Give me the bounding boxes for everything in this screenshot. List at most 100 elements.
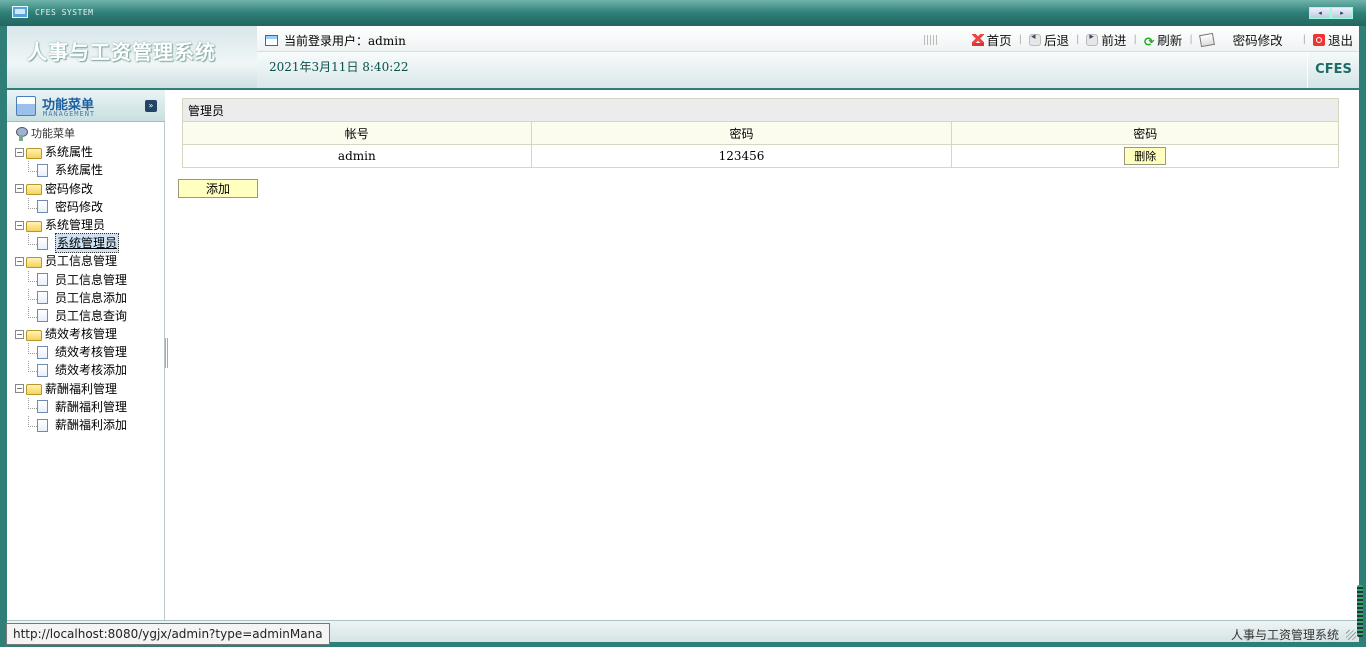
tree-leaf[interactable]: 绩效考核添加 <box>15 361 127 379</box>
folder-icon <box>26 147 42 159</box>
app-window: CFES SYSTEM ◂ ▸ 人事与工资管理系统 当前登录用户：admin 首… <box>0 0 1366 647</box>
sidebar-splitter[interactable] <box>165 338 168 368</box>
brand-panel: 人事与工资管理系统 <box>7 26 257 88</box>
status-system-name: 人事与工资管理系统 <box>1230 628 1339 642</box>
divider: | <box>1076 34 1080 45</box>
username: admin <box>368 34 406 48</box>
menu-icon <box>16 96 36 116</box>
collapse-toggle-icon[interactable] <box>15 220 24 230</box>
date-bar: 2021年3月11日 8:40:22 <box>257 52 1307 88</box>
tree-leaf[interactable]: 密码修改 <box>15 197 127 216</box>
back-link[interactable]: 后退 <box>1029 30 1069 49</box>
tree-folder[interactable]: 薪酬福利管理 <box>15 380 127 398</box>
window-title: CFES SYSTEM <box>35 8 94 17</box>
page-icon <box>37 273 48 287</box>
divider: | <box>1133 34 1137 45</box>
cell-password: 123456 <box>530 144 953 168</box>
table-caption: 管理员 <box>182 98 1339 122</box>
status-url-tooltip: http://localhost:8080/ygjx/admin?type=ad… <box>6 623 330 645</box>
scroll-right-button[interactable]: ▸ <box>1331 7 1353 19</box>
refresh-link[interactable]: ⟳ 刷新 <box>1144 30 1183 49</box>
refresh-icon: ⟳ <box>1143 34 1155 49</box>
root-icon <box>15 127 28 142</box>
home-icon <box>971 34 984 46</box>
page-icon <box>37 163 48 177</box>
tree-leaf[interactable]: 员工信息管理 <box>15 270 127 289</box>
folder-icon <box>26 184 42 196</box>
collapse-toggle-icon[interactable] <box>15 147 24 157</box>
info-bar: 当前登录用户：admin 首页 | 后退 | 前进 | ⟳刷新 | 密码修改 |… <box>257 26 1359 52</box>
collapse-toggle-icon[interactable] <box>15 329 24 339</box>
current-datetime: 2021年3月11日 8:40:22 <box>269 60 409 74</box>
page-icon <box>37 291 48 305</box>
divider: | <box>1018 34 1023 45</box>
divider: | <box>1302 34 1306 45</box>
menu-header: 功能菜单 MANAGEMENT » <box>7 90 165 122</box>
tree-leaf[interactable]: 薪酬福利管理 <box>15 397 127 416</box>
tree-leaf-active[interactable]: 系统管理员 <box>15 233 127 254</box>
cfes-logo: CFES <box>1307 52 1359 88</box>
column-header-password: 密码 <box>530 121 953 145</box>
divider: | <box>1189 34 1193 45</box>
header: 人事与工资管理系统 当前登录用户：admin 首页 | 后退 | 前进 | ⟳刷… <box>7 26 1359 88</box>
folder-icon <box>26 256 42 268</box>
collapse-toggle-icon[interactable] <box>15 384 24 394</box>
tree-folder[interactable]: 系统属性 <box>15 143 127 161</box>
tree-folder[interactable]: 绩效考核管理 <box>15 325 127 343</box>
column-header-account: 帐号 <box>182 121 532 145</box>
current-user: 当前登录用户：admin <box>265 32 406 49</box>
page-icon <box>37 200 48 214</box>
admin-table: 管理员 帐号 密码 密码 admin 123456 删除 <box>182 98 1339 168</box>
logout-link[interactable]: 退出 <box>1312 30 1353 49</box>
collapse-icon[interactable]: » <box>145 100 157 112</box>
tree-leaf[interactable]: 薪酬福利添加 <box>15 416 127 434</box>
grip-icon <box>923 34 938 45</box>
cell-account: admin <box>182 144 532 168</box>
scroll-left-button[interactable]: ◂ <box>1309 7 1331 19</box>
page-icon <box>37 418 48 432</box>
page-icon <box>37 309 48 323</box>
password-icon <box>1198 32 1215 48</box>
tree-folder[interactable]: 密码修改 <box>15 180 127 198</box>
back-icon <box>1029 32 1042 46</box>
page-icon <box>37 364 48 378</box>
user-label: 当前登录用户： <box>284 34 369 48</box>
page-icon <box>37 400 48 414</box>
page-icon <box>37 236 48 250</box>
page-icon <box>37 345 48 359</box>
content-panel: 管理员 帐号 密码 密码 admin 123456 删除 添加 <box>172 90 1359 622</box>
cell-action: 删除 <box>951 144 1339 168</box>
forward-link[interactable]: 前进 <box>1086 30 1126 49</box>
tree-leaf[interactable]: 员工信息添加 <box>15 288 127 307</box>
tree-root[interactable]: 功能菜单 <box>15 125 127 143</box>
top-links: 首页 | 后退 | 前进 | ⟳刷新 | 密码修改 | 退出 <box>923 30 1353 49</box>
scroll-indicator[interactable] <box>1357 585 1363 637</box>
forward-icon <box>1086 32 1099 46</box>
main-area: 功能菜单 MANAGEMENT » 功能菜单 系统属性 系统属性 密码修改 密码… <box>7 88 1359 622</box>
tree-folder[interactable]: 系统管理员 <box>15 216 127 234</box>
menu-subtitle: MANAGEMENT <box>43 110 96 118</box>
exit-icon <box>1312 34 1325 46</box>
window-icon <box>265 35 278 46</box>
add-button[interactable]: 添加 <box>178 179 258 198</box>
change-password-link[interactable]: 密码修改 <box>1198 30 1283 49</box>
folder-icon <box>26 220 42 232</box>
tree-leaf[interactable]: 员工信息查询 <box>15 306 127 325</box>
tree-leaf[interactable]: 绩效考核管理 <box>15 343 127 361</box>
collapse-toggle-icon[interactable] <box>15 184 24 194</box>
home-link[interactable]: 首页 <box>971 30 1012 49</box>
tree-folder[interactable]: 员工信息管理 <box>15 252 127 270</box>
folder-icon <box>26 329 42 341</box>
column-header-action: 密码 <box>951 121 1339 145</box>
menu-tree: 功能菜单 系统属性 系统属性 密码修改 密码修改 系统管理员 系统管理员 员工信… <box>15 125 127 434</box>
sidebar: 功能菜单 MANAGEMENT » 功能菜单 系统属性 系统属性 密码修改 密码… <box>7 90 165 622</box>
table-row: admin 123456 删除 <box>182 144 1339 168</box>
collapse-toggle-icon[interactable] <box>15 256 24 266</box>
brand-name: 人事与工资管理系统 <box>27 40 216 64</box>
delete-button[interactable]: 删除 <box>1124 147 1167 165</box>
resize-grip-icon[interactable] <box>1346 630 1356 640</box>
app-icon <box>12 6 28 18</box>
tree-leaf[interactable]: 系统属性 <box>15 161 127 179</box>
folder-icon <box>26 384 42 396</box>
title-bar: CFES SYSTEM ◂ ▸ <box>0 0 1366 26</box>
